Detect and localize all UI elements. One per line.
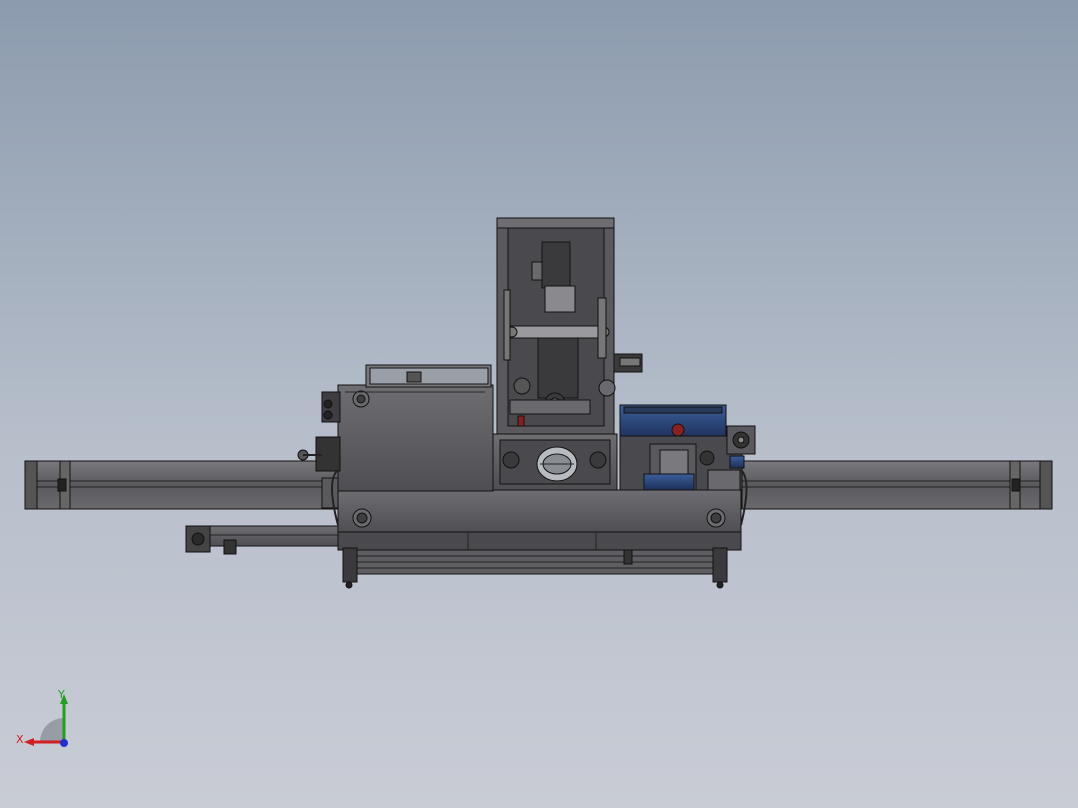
center-drive-block: [492, 433, 618, 491]
cad-model-view[interactable]: [0, 0, 1078, 808]
y-axis-label: Y: [58, 688, 65, 701]
z-axis-dot: [60, 739, 68, 747]
x-axis-label: X: [16, 733, 24, 746]
linear-rail-right: [741, 460, 1053, 510]
graphics-viewport[interactable]: X Y: [0, 0, 1078, 808]
triad-quarter-disk: [40, 718, 64, 742]
main-base: [337, 489, 742, 551]
coordinate-triad: X Y: [10, 684, 80, 754]
x-axis-arrow: [24, 738, 34, 746]
linear-rail-left: [24, 460, 341, 510]
